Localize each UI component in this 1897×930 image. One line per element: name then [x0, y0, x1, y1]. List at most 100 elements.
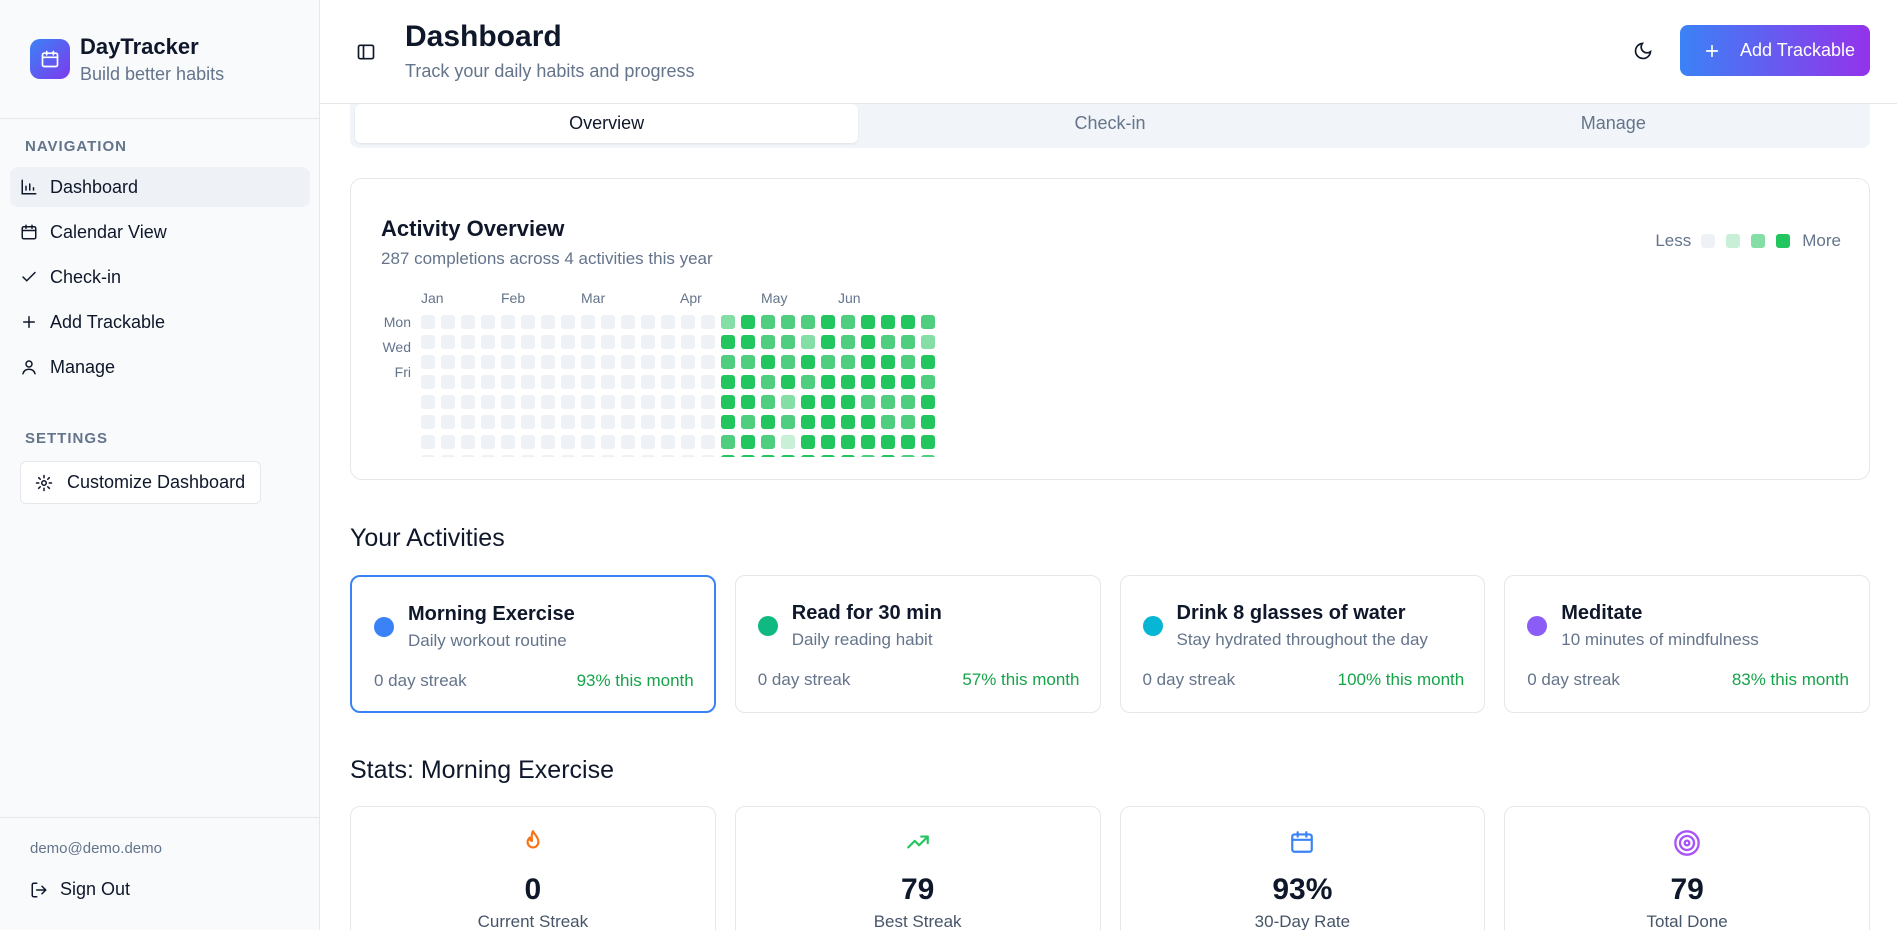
heatmap-cell: [821, 335, 835, 349]
heatmap-cell: [861, 335, 875, 349]
sign-out-button[interactable]: Sign Out: [0, 879, 320, 900]
heatmap-cell: [781, 315, 795, 329]
heatmap-cell: [521, 415, 535, 429]
heatmap-cell: [601, 455, 615, 457]
heatmap-cell: [781, 455, 795, 457]
heatmap-cell: [821, 315, 835, 329]
heatmap-cell: [801, 355, 815, 369]
heatmap-cell: [721, 335, 735, 349]
heatmap-cell: [581, 375, 595, 389]
heatmap-cell: [621, 395, 635, 409]
activity-card-meditate[interactable]: Meditate 10 minutes of mindfulness 0 day…: [1504, 575, 1870, 713]
heatmap-cell: [641, 355, 655, 369]
heatmap-cell: [441, 395, 455, 409]
theme-toggle-button[interactable]: [1633, 41, 1653, 66]
heatmap-cell: [881, 455, 895, 457]
heatmap-cell: [801, 435, 815, 449]
top-header: Dashboard Track your daily habits and pr…: [320, 0, 1897, 104]
sidebar-toggle-icon: [357, 44, 375, 60]
activity-color-dot: [374, 617, 394, 637]
heatmap-cell: [581, 315, 595, 329]
heatmap-cell: [521, 355, 535, 369]
sidebar-item-add-trackable[interactable]: Add Trackable: [10, 302, 310, 342]
heatmap-cell: [481, 335, 495, 349]
heatmap-cell: [641, 315, 655, 329]
sidebar-item-label: Check-in: [50, 266, 122, 287]
sidebar-nav: NAVIGATION Dashboard Calendar View Check…: [0, 138, 320, 392]
heatmap-cell: [441, 355, 455, 369]
heatmap-cell: [521, 335, 535, 349]
heatmap-cell: [541, 355, 555, 369]
heatmap-cell: [901, 315, 915, 329]
heatmap-cell: [921, 375, 935, 389]
heatmap-cell: [501, 375, 515, 389]
heatmap-cell: [641, 455, 655, 457]
heatmap-cell: [601, 315, 615, 329]
sidebar-item-manage[interactable]: Manage: [10, 347, 310, 387]
heatmap-cell: [901, 415, 915, 429]
heatmap-cell: [921, 455, 935, 457]
heatmap-cell: [461, 395, 475, 409]
stat-value: 79: [900, 873, 935, 906]
sidebar-item-dashboard[interactable]: Dashboard: [10, 167, 310, 207]
app-logo-icon: [30, 39, 70, 79]
activity-description: Daily workout routine: [408, 631, 567, 650]
heatmap-cell: [861, 375, 875, 389]
tab-manage[interactable]: Manage: [1362, 104, 1865, 143]
heatmap-cell: [701, 375, 715, 389]
heatmap-cell: [621, 375, 635, 389]
activity-name: Morning Exercise: [408, 603, 575, 625]
add-trackable-label: Add Trackable: [1740, 40, 1856, 60]
legend-swatch-0: [1701, 234, 1716, 248]
heatmap-cell: [881, 415, 895, 429]
heatmap-cell: [881, 375, 895, 389]
heatmap-cell: [721, 435, 735, 449]
customize-dashboard-button[interactable]: Customize Dashboard: [20, 461, 261, 504]
sidebar-item-label: Calendar View: [50, 221, 167, 242]
heatmap-cell: [781, 375, 795, 389]
heatmap-cell: [421, 355, 435, 369]
stat-label: Current Streak: [477, 912, 589, 930]
tab-check-in[interactable]: Check-in: [858, 104, 1361, 143]
heatmap-cell: [841, 335, 855, 349]
day-label-mon: Mon: [384, 314, 411, 330]
activity-card-read[interactable]: Read for 30 min Daily reading habit 0 da…: [734, 575, 1101, 713]
heatmap-cell: [721, 395, 735, 409]
activity-card-drink-water[interactable]: Drink 8 glasses of water Stay hydrated t…: [1119, 575, 1486, 713]
moon-icon: [1634, 42, 1652, 60]
heatmap-cell: [741, 415, 755, 429]
heatmap-cell: [621, 335, 635, 349]
heatmap-cell: [461, 375, 475, 389]
activity-color-dot: [757, 616, 778, 636]
activity-card-morning-exercise[interactable]: Morning Exercise Daily workout routine 0…: [350, 575, 716, 713]
page-subtitle: Track your daily habits and progress: [405, 61, 695, 81]
heatmap-cell: [681, 415, 695, 429]
heatmap-cell: [781, 355, 795, 369]
heatmap-cell: [921, 335, 935, 349]
heatmap-cell: [461, 315, 475, 329]
heatmap-cell: [561, 355, 575, 369]
sidebar-item-calendar-view[interactable]: Calendar View: [10, 212, 310, 252]
heatmap-cell: [781, 435, 795, 449]
heatmap-cell: [421, 395, 435, 409]
heatmap-cell: [881, 335, 895, 349]
heatmap-cell: [641, 415, 655, 429]
heatmap-cell: [621, 315, 635, 329]
heatmap-cell: [901, 355, 915, 369]
heatmap-cell: [561, 315, 575, 329]
tab-bar: Overview Check-in Manage: [350, 104, 1870, 148]
heatmap-cell: [661, 335, 675, 349]
add-trackable-button[interactable]: Add Trackable: [1680, 25, 1870, 76]
heatmap-cell: [441, 455, 455, 457]
sidebar-toggle-button[interactable]: [356, 42, 376, 67]
heatmap-cell: [881, 395, 895, 409]
activity-month-rate: 83% this month: [1731, 670, 1849, 689]
heatmap-cell: [681, 375, 695, 389]
sidebar-item-check-in[interactable]: Check-in: [10, 257, 310, 297]
heatmap-cell: [641, 335, 655, 349]
tab-overview[interactable]: Overview: [355, 104, 859, 143]
day-label-fri: Fri: [395, 364, 411, 380]
sidebar-item-label: Add Trackable: [50, 311, 166, 332]
heatmap-cell: [521, 435, 535, 449]
activity-color-dot: [1527, 616, 1548, 636]
